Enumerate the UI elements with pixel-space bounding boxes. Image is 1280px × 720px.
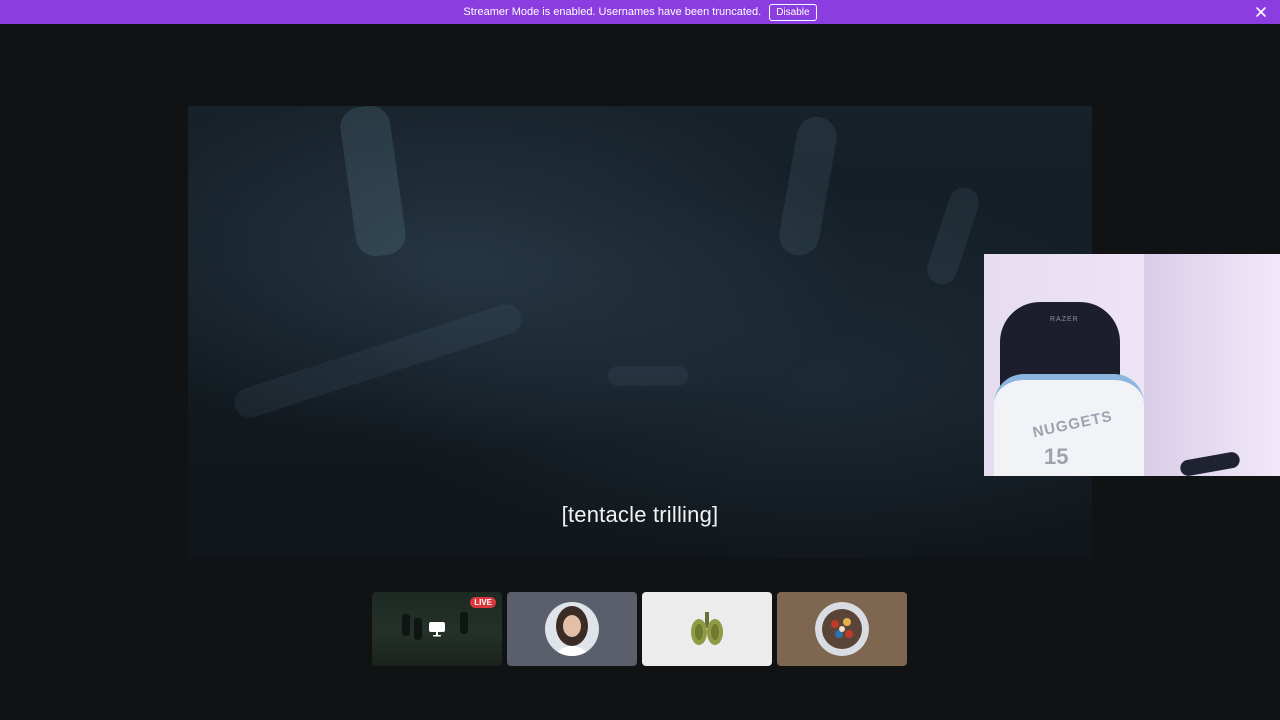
participant-tile-screenshare[interactable]: LIVE xyxy=(372,592,502,666)
participant-tiles: LIVE xyxy=(372,592,907,666)
participant-tile-4[interactable] xyxy=(777,592,907,666)
participant-tile-2[interactable] xyxy=(507,592,637,666)
live-badge: LIVE xyxy=(470,597,496,608)
participant-tile-3[interactable] xyxy=(642,592,772,666)
banner-message: Streamer Mode is enabled. Usernames have… xyxy=(463,6,762,18)
webcam-overlay[interactable]: RAZER NUGGETS 15 xyxy=(984,254,1280,476)
closed-caption: [tentacle trilling] xyxy=(561,502,719,527)
streamer-mode-banner: Streamer Mode is enabled. Usernames have… xyxy=(0,0,1280,24)
close-icon[interactable] xyxy=(1254,5,1268,19)
wall xyxy=(1144,254,1280,476)
call-stage: [tentacle trilling] RAZER NUGGETS 15 LIV… xyxy=(0,24,1280,720)
disable-streamer-mode-button[interactable]: Disable xyxy=(769,3,817,21)
main-stream-video[interactable] xyxy=(188,106,1092,558)
chair-logo: RAZER xyxy=(1050,316,1079,323)
jersey-number: 15 xyxy=(1044,444,1069,469)
crowd-photo-avatar-icon xyxy=(815,602,869,656)
screen-share-icon xyxy=(428,621,446,637)
woman-avatar-icon xyxy=(545,602,599,656)
lungs-avatar-icon xyxy=(680,602,734,656)
